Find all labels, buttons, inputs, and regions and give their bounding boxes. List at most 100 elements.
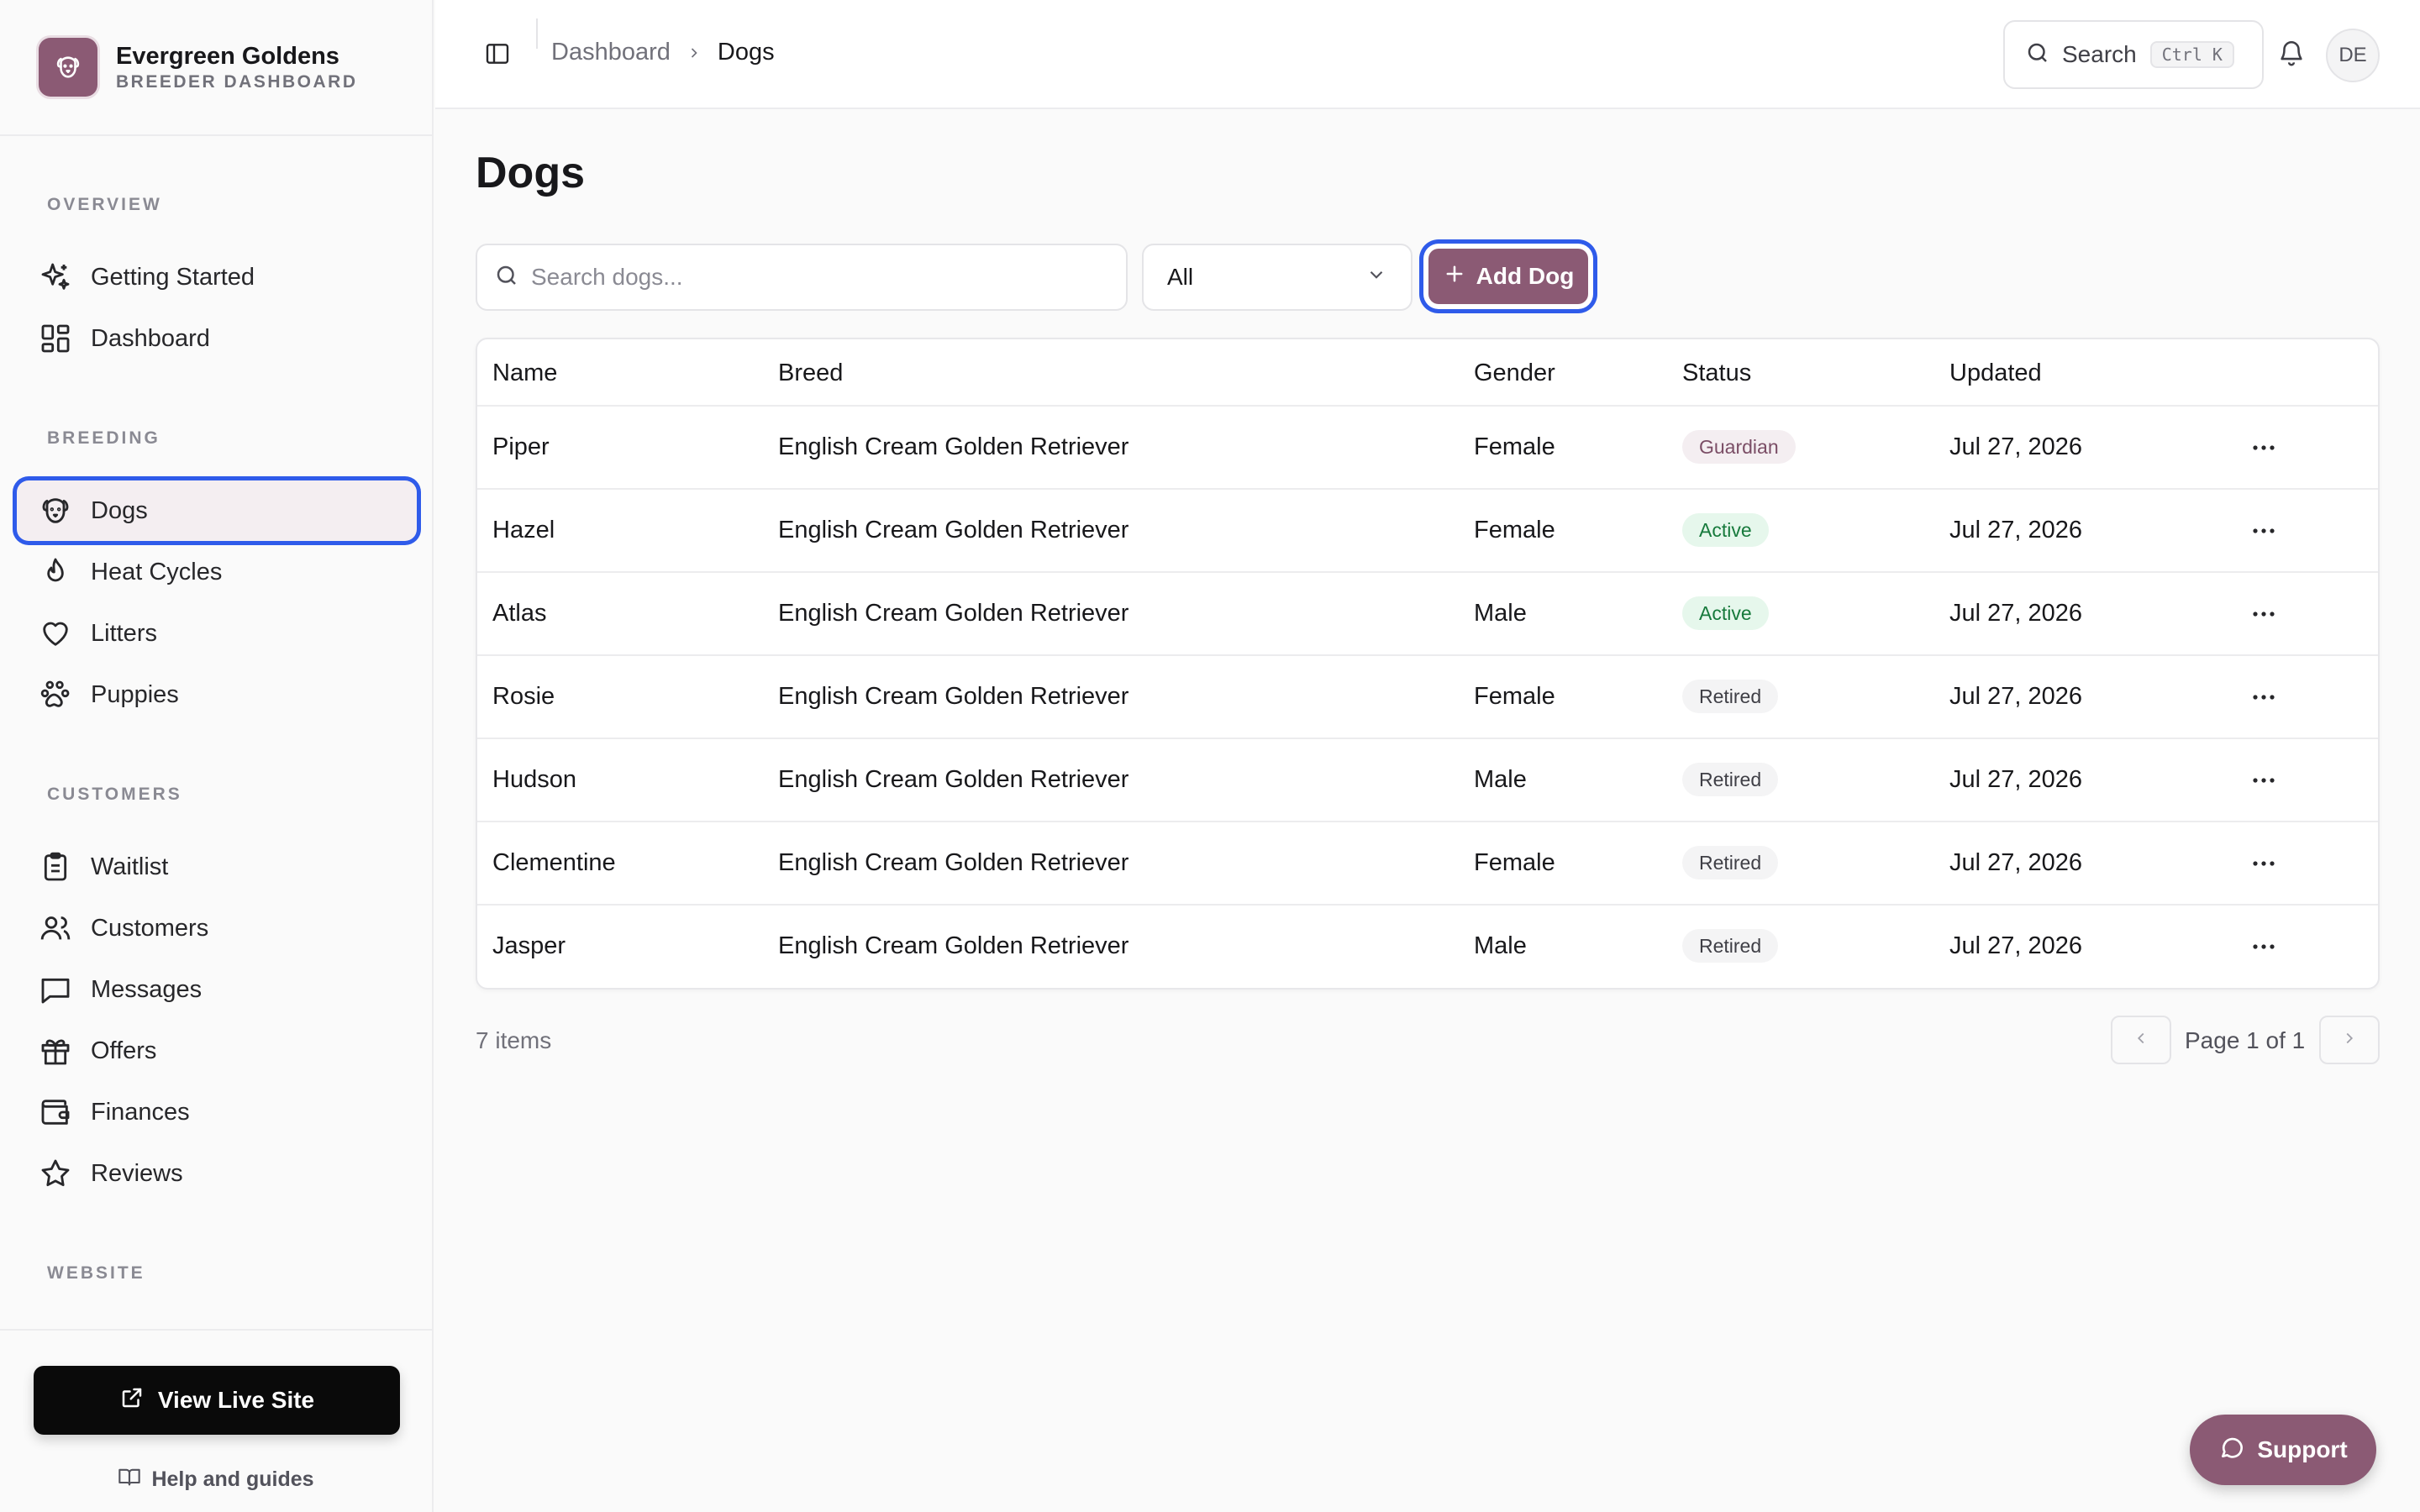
- dog-name: Jasper: [492, 932, 566, 959]
- heart-icon: [37, 615, 74, 652]
- sidebar-item-label: Customers: [91, 914, 209, 942]
- breadcrumb: Dashboard Dogs: [551, 39, 775, 66]
- dog-updated: Jul 27, 2026: [1949, 433, 2083, 460]
- next-page-button[interactable]: [2319, 1016, 2380, 1064]
- sidebar-item-litters[interactable]: Litters: [17, 603, 417, 664]
- dog-breed: English Cream Golden Retriever: [778, 600, 1129, 627]
- dog-search-input[interactable]: Search dogs...: [476, 244, 1128, 311]
- dog-breed: English Cream Golden Retriever: [778, 849, 1129, 876]
- column-header-gender[interactable]: Gender: [1474, 360, 1555, 387]
- more-horizontal-icon[interactable]: [2247, 851, 2281, 876]
- user-avatar[interactable]: DE: [2326, 29, 2380, 82]
- status-badge: Active: [1682, 596, 1769, 630]
- sidebar-item-label: Finances: [91, 1098, 190, 1126]
- sidebar-item-label: Waitlist: [91, 853, 169, 880]
- status-badge: Guardian: [1682, 430, 1796, 464]
- view-live-site-button[interactable]: View Live Site: [34, 1366, 400, 1435]
- breadcrumb-dogs: Dogs: [717, 39, 775, 66]
- search-label: Search: [2062, 41, 2137, 67]
- previous-page-button[interactable]: [2111, 1016, 2171, 1064]
- external-link-icon: [119, 1385, 145, 1416]
- sidebar-item-finances[interactable]: Finances: [17, 1082, 417, 1142]
- page-title: Dogs: [476, 149, 585, 197]
- sidebar-item-waitlist[interactable]: Waitlist: [17, 837, 417, 897]
- status-badge: Retired: [1682, 680, 1779, 713]
- dog-gender: Female: [1474, 683, 1555, 710]
- table-row[interactable]: Jasper English Cream Golden Retriever Ma…: [477, 906, 2378, 988]
- section-label-website: WEBSITE: [47, 1263, 145, 1283]
- more-horizontal-icon[interactable]: [2247, 518, 2281, 543]
- sidebar-item-customers[interactable]: Customers: [17, 898, 417, 958]
- chevron-right-icon: [686, 45, 702, 61]
- sidebar-item-dogs[interactable]: Dogs: [17, 480, 417, 541]
- dog-updated: Jul 27, 2026: [1949, 600, 2083, 627]
- status-badge: Retired: [1682, 763, 1779, 796]
- sidebar-item-getting-started[interactable]: Getting Started: [17, 247, 417, 307]
- status-filter-value: All: [1167, 264, 1194, 290]
- wallet-icon: [37, 1094, 74, 1131]
- table-row[interactable]: Rosie English Cream Golden Retriever Fem…: [477, 656, 2378, 739]
- brand-header[interactable]: Evergreen Goldens BREEDER DASHBOARD: [0, 0, 432, 136]
- view-live-site-label: View Live Site: [157, 1387, 315, 1413]
- dog-gender: Male: [1474, 932, 1527, 959]
- status-filter-select[interactable]: All: [1142, 244, 1413, 311]
- sidebar-item-dashboard[interactable]: Dashboard: [17, 308, 417, 369]
- sidebar-item-label: Heat Cycles: [91, 558, 223, 585]
- table-row[interactable]: Clementine English Cream Golden Retrieve…: [477, 822, 2378, 906]
- dog-name: Hudson: [492, 766, 576, 793]
- dog-updated: Jul 27, 2026: [1949, 849, 2083, 876]
- search-placeholder: Search dogs...: [531, 264, 683, 290]
- global-search-button[interactable]: Search Ctrl K: [2003, 20, 2264, 89]
- status-badge: Retired: [1682, 929, 1779, 963]
- dog-gender: Male: [1474, 600, 1527, 627]
- column-header-breed[interactable]: Breed: [778, 360, 843, 387]
- dog-name: Hazel: [492, 517, 555, 543]
- status-badge: Active: [1682, 513, 1769, 547]
- table-row[interactable]: Hudson English Cream Golden Retriever Ma…: [477, 739, 2378, 822]
- breadcrumb-dashboard[interactable]: Dashboard: [551, 39, 671, 66]
- sidebar-item-messages[interactable]: Messages: [17, 959, 417, 1020]
- status-badge: Retired: [1682, 846, 1779, 879]
- column-header-name[interactable]: Name: [492, 360, 557, 387]
- dog-name: Atlas: [492, 600, 547, 627]
- sidebar-item-heat-cycles[interactable]: Heat Cycles: [17, 542, 417, 602]
- message-circle-icon: [2218, 1434, 2245, 1467]
- message-square-icon: [37, 971, 74, 1008]
- search-icon: [494, 263, 519, 292]
- dog-updated: Jul 27, 2026: [1949, 683, 2083, 710]
- chevron-right-icon: [2340, 1029, 2359, 1052]
- help-and-guides-link[interactable]: Help and guides: [0, 1465, 432, 1494]
- more-horizontal-icon[interactable]: [2247, 435, 2281, 460]
- add-dog-button[interactable]: Add Dog: [1428, 249, 1588, 304]
- chevron-left-icon: [2132, 1029, 2150, 1052]
- dog-logo-icon: [39, 38, 97, 97]
- support-label: Support: [2257, 1436, 2348, 1462]
- table-header: Name Breed Gender Status Updated: [477, 339, 2378, 407]
- more-horizontal-icon[interactable]: [2247, 685, 2281, 710]
- table-row[interactable]: Hazel English Cream Golden Retriever Fem…: [477, 490, 2378, 573]
- book-open-icon: [118, 1465, 141, 1494]
- search-shortcut: Ctrl K: [2149, 41, 2234, 68]
- dog-breed: English Cream Golden Retriever: [778, 517, 1129, 543]
- item-count: 7 items: [476, 1027, 552, 1053]
- column-header-status[interactable]: Status: [1682, 360, 1751, 387]
- more-horizontal-icon[interactable]: [2247, 934, 2281, 959]
- more-horizontal-icon[interactable]: [2247, 768, 2281, 793]
- panel-left-icon[interactable]: [484, 40, 511, 67]
- sidebar-item-offers[interactable]: Offers: [17, 1021, 417, 1081]
- bell-icon[interactable]: [2277, 39, 2307, 69]
- table-row[interactable]: Piper English Cream Golden Retriever Fem…: [477, 407, 2378, 490]
- users-icon: [37, 910, 74, 947]
- sidebar-item-label: Litters: [91, 619, 157, 647]
- dog-name: Clementine: [492, 849, 616, 876]
- support-button[interactable]: Support: [2190, 1415, 2376, 1485]
- sidebar-item-reviews[interactable]: Reviews: [17, 1143, 417, 1204]
- top-header: Dashboard Dogs Search Ctrl K DE: [435, 0, 2420, 109]
- table-row[interactable]: Atlas English Cream Golden Retriever Mal…: [477, 573, 2378, 656]
- column-header-updated[interactable]: Updated: [1949, 360, 2042, 387]
- flame-icon: [37, 554, 74, 591]
- dogs-table: Name Breed Gender Status Updated Piper E…: [476, 338, 2380, 990]
- more-horizontal-icon[interactable]: [2247, 601, 2281, 627]
- sidebar-item-puppies[interactable]: Puppies: [17, 664, 417, 725]
- dog-gender: Male: [1474, 766, 1527, 793]
